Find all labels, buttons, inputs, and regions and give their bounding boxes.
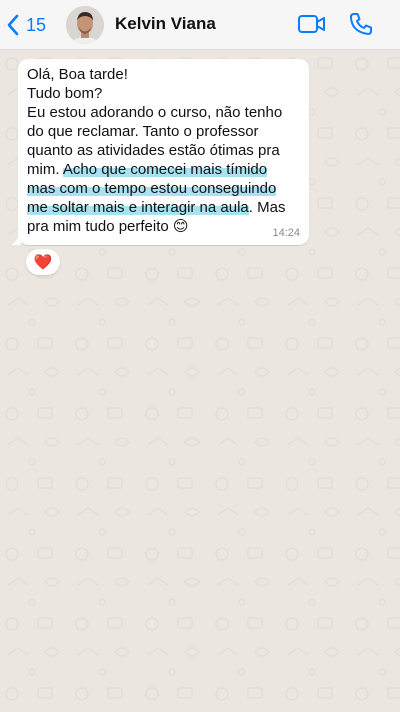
red-heart-icon: ❤️	[33, 254, 53, 271]
message-segment: . Mas	[248, 199, 286, 216]
message-line: Eu estou adorando o curso, não tenho	[27, 104, 283, 121]
message-line: mim. Acho que comecei mais tímido	[27, 160, 301, 179]
avatar-photo	[66, 6, 104, 44]
reaction-badge[interactable]: ❤️	[26, 249, 60, 275]
highlighted-text: Acho que comecei mais tímido	[62, 161, 268, 178]
message-line: pra mim tudo perfeito 😊	[27, 218, 189, 235]
phone-icon	[350, 13, 372, 35]
voice-call-button[interactable]	[348, 11, 374, 37]
bubble-tail	[11, 231, 21, 245]
message-line: do que reclamar. Tanto o professor	[27, 123, 259, 140]
back-button[interactable]: 15	[6, 10, 46, 40]
message-line: me soltar mais e interagir na aula. Mas	[27, 198, 301, 217]
message-text: Olá, Boa tarde! Tudo bom? Eu estou adora…	[27, 65, 301, 236]
message-line: mas com o tempo estou conseguindo	[27, 179, 301, 198]
contact-name[interactable]: Kelvin Viana	[115, 14, 216, 34]
message-segment: mim.	[27, 161, 63, 178]
message-timestamp: 14:24	[272, 227, 300, 239]
message-line: quanto as atividades estão ótimas pra	[27, 142, 280, 159]
video-call-button[interactable]	[297, 12, 327, 36]
highlighted-text: mas com o tempo estou conseguindo	[27, 180, 277, 197]
message-line: Tudo bom?	[27, 85, 103, 102]
video-camera-icon	[298, 15, 325, 33]
avatar[interactable]	[66, 6, 104, 44]
message-bubble[interactable]: Olá, Boa tarde! Tudo bom? Eu estou adora…	[11, 59, 309, 245]
unread-count: 15	[26, 14, 47, 35]
message-line: Olá, Boa tarde!	[27, 66, 128, 83]
chat-header: 15 Kelvin Viana	[0, 0, 400, 50]
chat-area[interactable]: Olá, Boa tarde! Tudo bom? Eu estou adora…	[0, 50, 400, 712]
highlighted-text: me soltar mais e interagir na aula	[27, 199, 249, 216]
chevron-left-icon	[7, 14, 19, 36]
